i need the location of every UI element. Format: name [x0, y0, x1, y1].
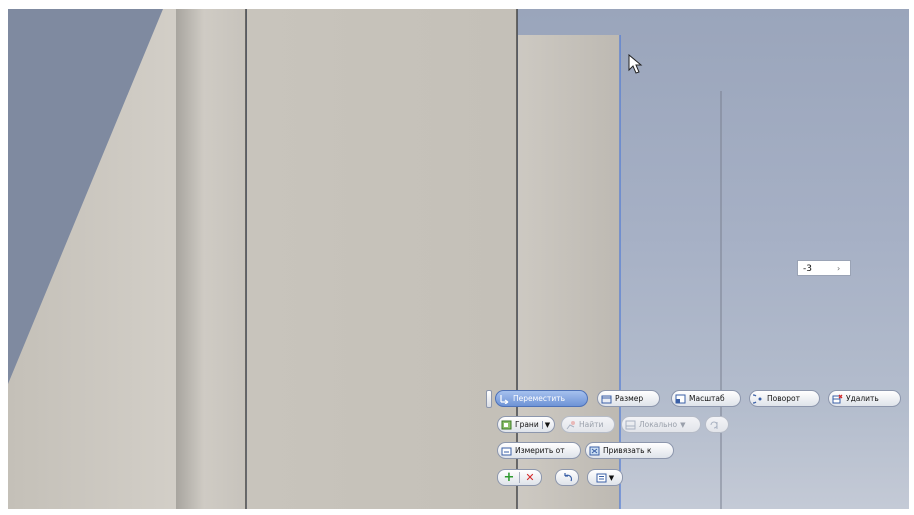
- undo-icon: [562, 472, 573, 483]
- plus-icon[interactable]: +: [499, 471, 519, 484]
- list-dropdown-icon: [596, 473, 607, 483]
- rotate-icon: [748, 393, 764, 404]
- local-icon: [625, 420, 636, 430]
- back-panel: [518, 35, 620, 509]
- dimension-input[interactable]: -3 ›: [797, 260, 851, 276]
- scale-label: Масштаб: [689, 394, 725, 403]
- snap-to-button[interactable]: Привязать к: [585, 442, 674, 459]
- chevron-down-icon: ▼: [541, 420, 550, 429]
- faces-label: Грани: [515, 420, 539, 429]
- toolbar-grip[interactable]: [486, 390, 492, 408]
- move-label: Переместить: [513, 394, 566, 403]
- main-panel: [247, 9, 517, 509]
- delete-icon: [832, 394, 843, 404]
- find-button[interactable]: Найти: [561, 416, 615, 433]
- 3d-viewport[interactable]: -3 ›: [8, 9, 909, 509]
- find-icon: [565, 420, 576, 430]
- chevron-down-icon: ▼: [680, 420, 686, 429]
- model-scene: [8, 9, 722, 509]
- apply-cancel-group: + ✕: [497, 469, 542, 486]
- resize-label: Размер: [615, 394, 644, 403]
- delete-button[interactable]: Удалить: [828, 390, 901, 407]
- rotate-axis-button[interactable]: [705, 416, 729, 433]
- measure-icon: [501, 446, 512, 456]
- undo-button[interactable]: [555, 469, 579, 486]
- dimension-value: -3: [803, 264, 812, 274]
- pillar: [176, 9, 246, 509]
- delete-label: Удалить: [846, 394, 879, 403]
- move-button[interactable]: Переместить: [495, 390, 588, 407]
- scale-button[interactable]: Масштаб: [671, 390, 741, 407]
- dimension-arrow[interactable]: ›: [837, 264, 840, 273]
- rotate-label: Поворот: [767, 394, 800, 403]
- move-icon: [499, 394, 510, 404]
- resize-box-icon: [601, 394, 612, 404]
- rotate-axis-icon: [709, 420, 720, 430]
- snap-icon: [589, 446, 600, 456]
- faces-dropdown[interactable]: Грани ▼: [497, 416, 555, 433]
- find-label: Найти: [579, 420, 604, 429]
- measure-from-button[interactable]: Измерить от: [497, 442, 581, 459]
- rotate-button[interactable]: Поворот: [748, 390, 820, 407]
- local-dropdown[interactable]: Локально ▼: [621, 416, 701, 433]
- snap-to-label: Привязать к: [603, 446, 652, 455]
- options-dropdown[interactable]: ▼: [587, 469, 623, 486]
- resize-button[interactable]: Размер: [597, 390, 660, 407]
- faces-icon: [501, 420, 512, 430]
- x-icon[interactable]: ✕: [520, 472, 540, 483]
- scale-icon: [675, 394, 686, 404]
- chevron-down-icon: ▼: [608, 473, 615, 482]
- local-label: Локально: [639, 420, 678, 429]
- mouse-cursor-icon: [628, 54, 643, 74]
- measure-from-label: Измерить от: [515, 446, 565, 455]
